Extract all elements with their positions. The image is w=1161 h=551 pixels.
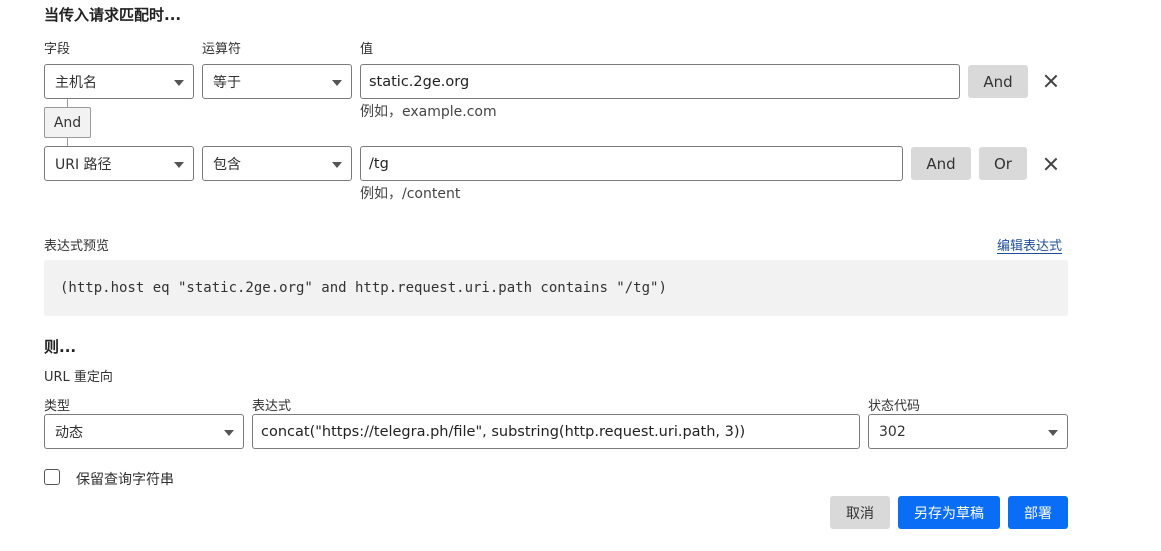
- operator-select-1-value: 等于: [213, 74, 241, 91]
- save-draft-button[interactable]: 另存为草稿: [898, 496, 1000, 529]
- field-column-label: 字段: [44, 42, 71, 57]
- redirect-expression-text: concat("https://telegra.ph/file", substr…: [261, 423, 746, 440]
- preserve-query-checkbox[interactable]: [44, 469, 60, 485]
- status-code-column-label: 状态代码: [868, 399, 921, 414]
- action-label: URL 重定向: [44, 370, 113, 385]
- field-select-2[interactable]: URI 路径: [44, 146, 194, 181]
- value-input-1[interactable]: static.2ge.org: [360, 64, 960, 99]
- operator-select-2[interactable]: 包含: [202, 146, 352, 181]
- value-hint-1: 例如，example.com: [360, 104, 497, 120]
- chevron-down-icon: [332, 161, 342, 168]
- value-hint-2: 例如，/content: [360, 186, 461, 202]
- value-input-2[interactable]: /tg: [360, 146, 903, 181]
- and-button-1[interactable]: And: [968, 65, 1028, 98]
- expression-preview-box: (http.host eq "static.2ge.org" and http.…: [44, 260, 1068, 316]
- operator-select-1[interactable]: 等于: [202, 64, 352, 99]
- when-title: 当传入请求匹配时...: [44, 6, 182, 24]
- chevron-down-icon: [174, 161, 184, 168]
- status-code-value: 302: [879, 423, 906, 440]
- and-connector-chip: And: [44, 107, 91, 138]
- value-input-2-text: /tg: [369, 155, 389, 172]
- type-select[interactable]: 动态: [44, 414, 244, 449]
- expression-preview-label: 表达式预览: [44, 239, 110, 254]
- close-icon[interactable]: [1043, 73, 1059, 89]
- field-select-2-value: URI 路径: [55, 156, 112, 173]
- operator-column-label: 运算符: [202, 42, 242, 57]
- type-select-value: 动态: [55, 424, 83, 441]
- edit-expression-link[interactable]: 编辑表达式: [997, 235, 1062, 254]
- or-button-2[interactable]: Or: [979, 147, 1027, 180]
- close-icon[interactable]: [1043, 156, 1059, 172]
- chevron-down-icon: [174, 79, 184, 86]
- chevron-down-icon: [224, 429, 234, 436]
- field-select-1-value: 主机名: [55, 74, 97, 91]
- and-button-2[interactable]: And: [911, 147, 971, 180]
- cancel-button[interactable]: 取消: [830, 496, 890, 529]
- operator-select-2-value: 包含: [213, 156, 241, 173]
- deploy-button[interactable]: 部署: [1008, 496, 1068, 529]
- preserve-query-label: 保留查询字符串: [76, 472, 174, 488]
- type-column-label: 类型: [44, 399, 71, 414]
- value-input-1-text: static.2ge.org: [369, 73, 470, 90]
- expression-column-label: 表达式: [252, 399, 292, 414]
- then-title: 则...: [44, 338, 77, 356]
- connector-line-top: [67, 99, 68, 107]
- chevron-down-icon: [332, 79, 342, 86]
- chevron-down-icon: [1048, 429, 1058, 436]
- status-code-select[interactable]: 302: [868, 414, 1068, 449]
- expression-preview-text: (http.host eq "static.2ge.org" and http.…: [60, 280, 667, 296]
- redirect-expression-input[interactable]: concat("https://telegra.ph/file", substr…: [252, 414, 860, 449]
- connector-line-bottom: [67, 138, 68, 146]
- value-column-label: 值: [360, 42, 374, 57]
- field-select-1[interactable]: 主机名: [44, 64, 194, 99]
